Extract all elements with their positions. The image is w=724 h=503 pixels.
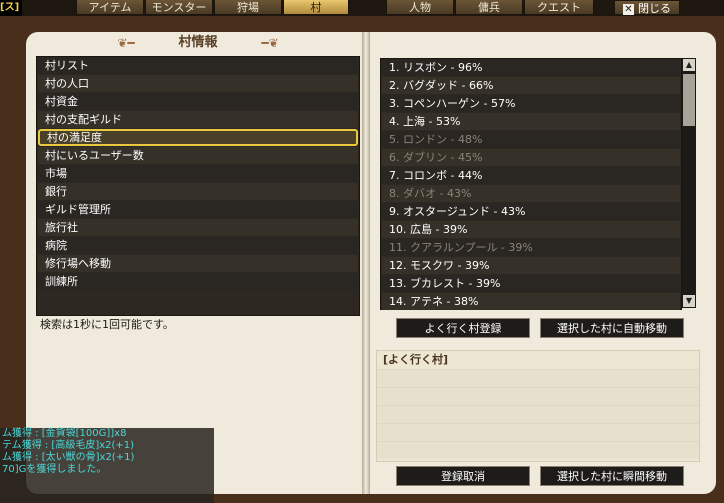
scroll-down-icon[interactable]: ▼ <box>683 295 695 307</box>
tab-village[interactable]: 村 <box>283 0 349 15</box>
scroll-up-icon[interactable]: ▲ <box>683 59 695 71</box>
village-row[interactable]: 7. コロンボ - 44% <box>382 167 680 184</box>
register-favorite-button[interactable]: よく行く村登録 <box>396 318 530 338</box>
favorite-slot[interactable] <box>377 441 699 459</box>
scroll-thumb[interactable] <box>683 74 695 126</box>
chat-log: ム獲得 : [金貨袋[100G]]x8 テム獲得 : [高級毛皮]x2(+1) … <box>0 428 214 503</box>
village-row[interactable]: 1. リスボン - 96% <box>382 59 680 76</box>
village-row[interactable]: 9. オスタージュンド - 43% <box>382 203 680 220</box>
tab-monsters[interactable]: モンスター <box>145 0 213 15</box>
favorite-slot[interactable] <box>377 369 699 387</box>
favorite-villages-header: [よく行く村] <box>383 353 449 366</box>
menu-item[interactable]: 旅行社 <box>38 219 358 236</box>
chat-line: ム獲得 : [太い獣の骨]x2(+1) <box>2 452 135 463</box>
favorite-villages-box: [よく行く村] <box>376 350 700 462</box>
corner-mark: [ス] <box>0 0 22 16</box>
favorite-slot[interactable] <box>377 405 699 423</box>
favorite-slot[interactable] <box>377 387 699 405</box>
village-row[interactable]: 3. コペンハーゲン - 57% <box>382 95 680 112</box>
chat-line: ム獲得 : [金貨袋[100G]]x8 <box>2 428 127 439</box>
village-row[interactable]: 10. 広島 - 39% <box>382 221 680 238</box>
ornament-right-icon: ━❦ <box>261 36 279 50</box>
menu-item[interactable]: 村にいるユーザー数 <box>38 147 358 164</box>
menu-item[interactable]: 村資金 <box>38 93 358 110</box>
village-row[interactable]: 14. アテネ - 38% <box>382 293 680 310</box>
ornament-left-icon: ❦━ <box>117 36 135 50</box>
tab-people[interactable]: 人物 <box>386 0 454 15</box>
village-row[interactable]: 6. ダブリン - 45% <box>382 149 680 166</box>
tab-quests[interactable]: クエスト <box>524 0 594 15</box>
village-row[interactable]: 2. バグダッド - 66% <box>382 77 680 94</box>
menu-item[interactable]: 村の人口 <box>38 75 358 92</box>
village-list-scrollbar[interactable]: ▲ ▼ <box>682 58 696 308</box>
village-row[interactable]: 11. クアラルンプール - 39% <box>382 239 680 256</box>
instant-move-button[interactable]: 選択した村に瞬間移動 <box>540 466 684 486</box>
village-info-menu: 村リスト 村の人口 村資金 村の支配ギルド 村の満足度 村にいるユーザー数 市場 銀行 ギルド管… <box>36 56 360 316</box>
tab-items[interactable]: アイテム <box>76 0 144 15</box>
menu-item[interactable]: 病院 <box>38 237 358 254</box>
close-button[interactable]: ✕ 閉じる <box>614 0 680 15</box>
chat-line: 70]Gを獲得しました。 <box>2 464 107 475</box>
menu-item[interactable]: 市場 <box>38 165 358 182</box>
menu-item[interactable]: 銀行 <box>38 183 358 200</box>
village-row[interactable]: 5. ロンドン - 48% <box>382 131 680 148</box>
unregister-button[interactable]: 登録取消 <box>396 466 530 486</box>
menu-item[interactable]: 村リスト <box>38 57 358 74</box>
page-title: 村情報 <box>178 35 218 50</box>
favorite-slot[interactable] <box>377 423 699 441</box>
tab-hunting-grounds[interactable]: 狩場 <box>214 0 282 15</box>
village-satisfaction-list: 1. リスボン - 96% 2. バグダッド - 66% 3. コペンハーゲン - … <box>380 58 682 310</box>
village-row[interactable]: 12. モスクワ - 39% <box>382 257 680 274</box>
village-row[interactable]: 8. ダバオ - 43% <box>382 185 680 202</box>
menu-item[interactable]: 村の支配ギルド <box>38 111 358 128</box>
village-row[interactable]: 4. 上海 - 53% <box>382 113 680 130</box>
menu-item[interactable]: 修行場へ移動 <box>38 255 358 272</box>
village-info-header: ❦━ 村情報 ━❦ <box>98 32 298 54</box>
tab-mercenaries[interactable]: 傭兵 <box>455 0 523 15</box>
tab-bar: [ス] アイテム モンスター 狩場 村 人物 傭兵 クエスト ✕ 閉じる <box>0 0 724 16</box>
close-icon: ✕ <box>623 3 634 15</box>
menu-item[interactable]: ギルド管理所 <box>38 201 358 218</box>
menu-item[interactable]: 訓練所 <box>38 273 358 290</box>
menu-item[interactable]: 村の満足度 <box>38 129 358 146</box>
auto-move-button[interactable]: 選択した村に自動移動 <box>540 318 684 338</box>
close-label: 閉じる <box>638 2 671 15</box>
village-row[interactable]: 13. ブカレスト - 39% <box>382 275 680 292</box>
book-spine <box>362 32 370 494</box>
search-rate-note: 検索は1秒に1回可能です。 <box>40 318 174 331</box>
chat-line: テム獲得 : [高級毛皮]x2(+1) <box>2 440 135 451</box>
